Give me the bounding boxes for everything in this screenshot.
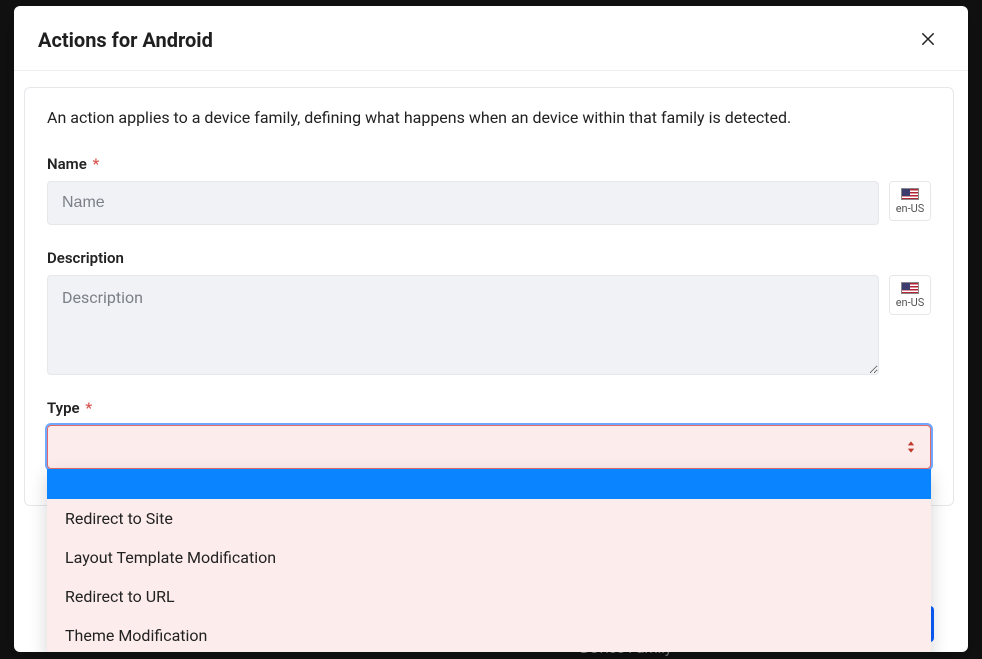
actions-modal: Actions for Android An action applies to…: [14, 6, 968, 652]
name-label-text: Name: [47, 155, 87, 173]
flag-us-icon: [901, 282, 919, 294]
name-locale-toggle[interactable]: en-US: [889, 181, 931, 221]
type-dropdown: Redirect to Site Layout Template Modific…: [47, 469, 931, 652]
type-label-text: Type: [47, 399, 80, 417]
type-label: Type *: [47, 399, 931, 417]
close-icon: [919, 30, 937, 51]
type-select[interactable]: [47, 425, 931, 469]
description-locale-code: en-US: [896, 296, 925, 309]
type-option-label: Redirect to Site: [65, 509, 173, 528]
field-name: Name * en-US: [47, 155, 931, 225]
description-textarea[interactable]: [47, 275, 879, 375]
type-option-theme-mod[interactable]: Theme Modification: [47, 616, 931, 652]
modal-header: Actions for Android: [14, 6, 968, 71]
form-card: An action applies to a device family, de…: [24, 87, 954, 506]
name-input[interactable]: [47, 181, 879, 225]
intro-text: An action applies to a device family, de…: [47, 108, 931, 127]
type-option-blank[interactable]: [47, 469, 931, 499]
name-locale-code: en-US: [896, 202, 925, 215]
type-option-label: Redirect to URL: [65, 587, 175, 606]
description-row: en-US: [47, 275, 931, 375]
type-option-redirect-url[interactable]: Redirect to URL: [47, 577, 931, 616]
type-option-layout-template[interactable]: Layout Template Modification: [47, 538, 931, 577]
flag-us-icon: [901, 188, 919, 200]
type-option-label: Layout Template Modification: [65, 548, 276, 567]
modal-title: Actions for Android: [38, 28, 213, 52]
name-label: Name *: [47, 155, 931, 173]
required-mark: *: [85, 399, 92, 417]
type-option-label: Theme Modification: [65, 626, 207, 645]
description-label: Description: [47, 249, 931, 267]
required-mark: *: [93, 155, 100, 173]
name-row: en-US: [47, 181, 931, 225]
description-locale-toggle[interactable]: en-US: [889, 275, 931, 315]
field-description: Description en-US: [47, 249, 931, 375]
type-select-wrap: Redirect to Site Layout Template Modific…: [47, 425, 931, 469]
type-option-redirect-site[interactable]: Redirect to Site: [47, 499, 931, 538]
modal-body[interactable]: An action applies to a device family, de…: [14, 71, 968, 652]
close-button[interactable]: [912, 24, 944, 56]
field-type: Type *: [47, 399, 931, 469]
